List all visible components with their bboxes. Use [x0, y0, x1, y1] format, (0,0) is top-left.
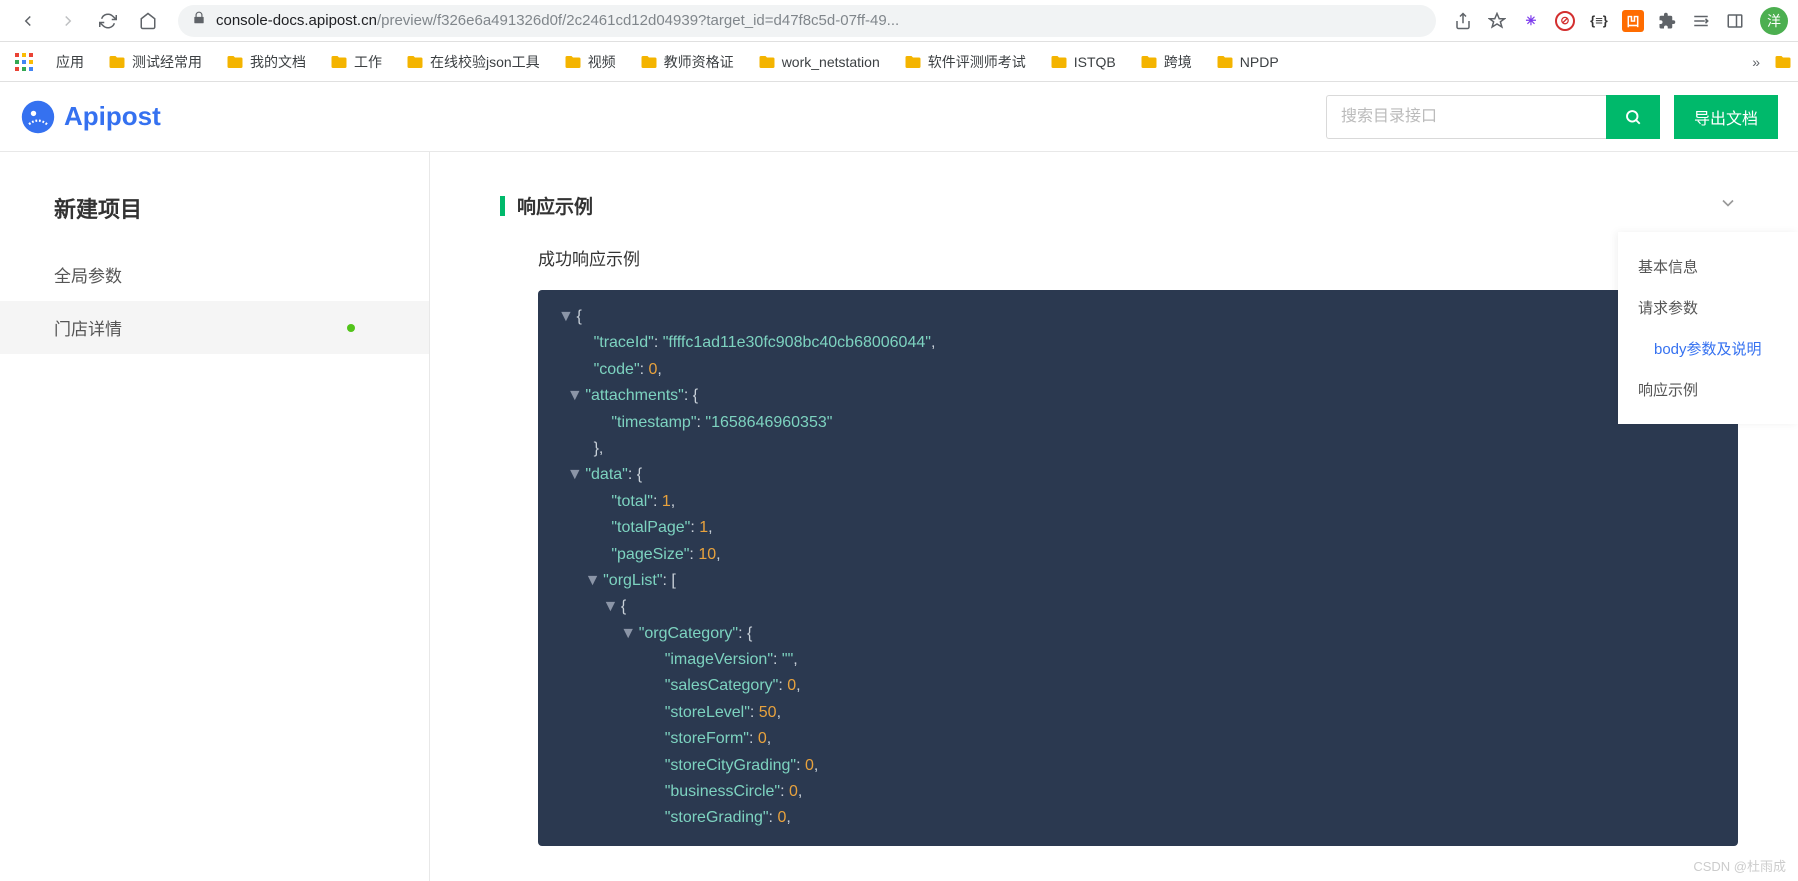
bookmarks-more[interactable]: » [1742, 50, 1770, 74]
subsection-title: 成功响应示例 [500, 245, 1738, 270]
toc-item[interactable]: 请求参数 [1618, 287, 1798, 328]
code-line: "storeGrading": 0, [558, 805, 1718, 831]
code-line: "traceId": "ffffc1ad11e30fc908bc40cb6800… [558, 330, 1718, 356]
code-line: "total": 1, [558, 489, 1718, 515]
star-icon[interactable] [1482, 6, 1512, 36]
bookmark-item[interactable]: 教师资格证 [630, 48, 744, 76]
code-line: "pageSize": 10, [558, 542, 1718, 568]
code-line: ▼ { [558, 594, 1718, 620]
bookmark-item[interactable]: 软件评测师考试 [894, 48, 1036, 76]
sidebar-title: 新建项目 [0, 192, 429, 248]
search-button[interactable] [1606, 95, 1660, 139]
bookmark-item[interactable]: ISTQB [1040, 49, 1126, 75]
search-box [1326, 95, 1660, 139]
profile-avatar[interactable]: 洋 [1760, 7, 1788, 35]
url-text: console-docs.apipost.cn/preview/f326e6a4… [216, 12, 899, 29]
code-line: }, [558, 436, 1718, 462]
bookmark-item[interactable]: 测试经常用 [98, 48, 212, 76]
sidebar-item[interactable]: 门店详情 [0, 301, 429, 354]
section-bar-icon [500, 196, 505, 216]
lock-icon [192, 11, 206, 30]
browser-toolbar: console-docs.apipost.cn/preview/f326e6a4… [0, 0, 1798, 42]
reload-button[interactable] [90, 3, 126, 39]
bookmark-item[interactable]: 在线校验json工具 [396, 48, 550, 76]
toggle-icon[interactable]: ▼ [558, 304, 572, 330]
code-line: ▼ "orgList": [ [558, 568, 1718, 594]
reading-list-icon[interactable] [1686, 6, 1716, 36]
bookmark-item[interactable]: 我的文档 [216, 48, 316, 76]
watermark: CSDN @杜雨成 [1693, 856, 1786, 875]
code-line: ▼ "attachments": { [558, 383, 1718, 409]
code-line: "storeCityGrading": 0, [558, 753, 1718, 779]
content-area: 响应示例 成功响应示例 ▼ { "traceId": "ffffc1ad11e3… [430, 152, 1798, 881]
search-icon [1624, 108, 1642, 126]
logo-icon [20, 99, 56, 135]
home-button[interactable] [130, 3, 166, 39]
code-line: "timestamp": "1658646960353" [558, 410, 1718, 436]
folder-icon[interactable] [1774, 53, 1792, 71]
code-line: ▼ "data": { [558, 462, 1718, 488]
toc-item[interactable]: 基本信息 [1618, 246, 1798, 287]
ext-icon-2[interactable]: ⊘ [1550, 6, 1580, 36]
bookmark-item[interactable]: NPDP [1206, 49, 1289, 75]
toc-panel: 基本信息请求参数body参数及说明响应示例 [1618, 232, 1798, 424]
search-input[interactable] [1326, 95, 1606, 139]
back-button[interactable] [10, 3, 46, 39]
bookmark-item[interactable]: work_netstation [748, 49, 890, 75]
toggle-icon[interactable]: ▼ [567, 462, 581, 488]
app-body: 新建项目 全局参数门店详情 响应示例 成功响应示例 ▼ { "traceId":… [0, 152, 1798, 881]
share-icon[interactable] [1448, 6, 1478, 36]
bookmark-item[interactable]: 跨境 [1130, 48, 1202, 76]
forward-button[interactable] [50, 3, 86, 39]
bookmarks-bar: 应用 测试经常用我的文档工作在线校验json工具视频教师资格证work_nets… [0, 42, 1798, 82]
app-header: Apipost 导出文档 [0, 82, 1798, 152]
code-line: "storeLevel": 50, [558, 700, 1718, 726]
code-line: "storeForm": 0, [558, 726, 1718, 752]
logo-text: Apipost [64, 101, 161, 132]
ext-icon-4[interactable]: 凹 [1618, 6, 1648, 36]
code-line: "totalPage": 1, [558, 515, 1718, 541]
toc-item[interactable]: body参数及说明 [1618, 328, 1798, 369]
toggle-icon[interactable]: ▼ [602, 594, 616, 620]
bookmark-item[interactable]: 视频 [554, 48, 626, 76]
sidepanel-icon[interactable] [1720, 6, 1750, 36]
code-line: ▼ "orgCategory": { [558, 621, 1718, 647]
app-logo[interactable]: Apipost [20, 99, 161, 135]
address-bar[interactable]: console-docs.apipost.cn/preview/f326e6a4… [178, 5, 1436, 37]
toc-item[interactable]: 响应示例 [1618, 369, 1798, 410]
toggle-icon[interactable]: ▼ [567, 383, 581, 409]
ext-icon-3[interactable]: {≡} [1584, 6, 1614, 36]
section-title: 响应示例 [500, 192, 593, 219]
status-dot-icon [347, 324, 355, 332]
code-block[interactable]: ▼ { "traceId": "ffffc1ad11e30fc908bc40cb… [538, 290, 1738, 846]
ext-icon-1[interactable]: ✳ [1516, 6, 1546, 36]
bookmark-apps[interactable]: 应用 [46, 48, 94, 76]
code-line: ▼ { [558, 304, 1718, 330]
export-button[interactable]: 导出文档 [1674, 95, 1778, 139]
toggle-icon[interactable]: ▼ [585, 568, 599, 594]
sidebar: 新建项目 全局参数门店详情 [0, 152, 430, 881]
section-header: 响应示例 [500, 192, 1738, 219]
chevron-down-icon[interactable] [1718, 193, 1738, 218]
sidebar-item[interactable]: 全局参数 [0, 248, 429, 301]
code-line: "imageVersion": "", [558, 647, 1718, 673]
toggle-icon[interactable]: ▼ [620, 621, 634, 647]
code-line: "salesCategory": 0, [558, 673, 1718, 699]
extensions-icon[interactable] [1652, 6, 1682, 36]
code-line: "businessCircle": 0, [558, 779, 1718, 805]
bookmark-item[interactable]: 工作 [320, 48, 392, 76]
apps-icon[interactable] [6, 44, 42, 80]
code-line: "code": 0, [558, 357, 1718, 383]
